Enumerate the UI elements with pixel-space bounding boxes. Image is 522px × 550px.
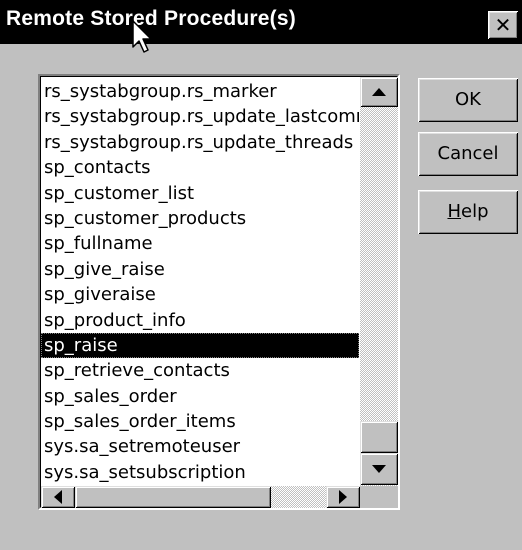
list-item[interactable]: rs_systabgroup.rs_marker [41, 79, 359, 104]
scroll-down-button[interactable] [360, 453, 398, 485]
help-label-rest: elp [461, 201, 489, 222]
list-item[interactable]: sp_retrieve_contacts [41, 358, 359, 383]
close-icon: ✕ [494, 13, 512, 37]
triangle-up-icon [372, 88, 386, 96]
scroll-left-button[interactable] [41, 486, 75, 508]
triangle-down-icon [372, 465, 386, 473]
scrollbar-corner [360, 486, 398, 508]
triangle-left-icon [54, 490, 62, 504]
cancel-button[interactable]: Cancel [418, 132, 518, 176]
list-item[interactable]: rs_systabgroup.rs_update_lastcommit [41, 104, 359, 129]
list-item[interactable]: sys.sa_setremoteuser [41, 434, 359, 459]
scroll-thumb-vertical[interactable] [360, 421, 398, 453]
list-item[interactable]: sys.sa_setsubscription [41, 460, 359, 485]
list-item[interactable]: sp_sales_order [41, 384, 359, 409]
scroll-thumb-horizontal[interactable] [75, 486, 271, 508]
list-item[interactable]: sp_giveraise [41, 282, 359, 307]
help-mnemonic: H [447, 201, 462, 222]
listbox-frame: rs_systabgroup.rs_marker rs_systabgroup.r… [40, 76, 398, 508]
list-item[interactable]: rs_systabgroup.rs_update_threads [41, 130, 359, 155]
mouse-pointer-icon [132, 20, 152, 53]
list-item[interactable]: sp_give_raise [41, 257, 359, 282]
scroll-right-button[interactable] [326, 486, 360, 508]
triangle-right-icon [339, 490, 347, 504]
list-item[interactable]: sp_fullname [41, 231, 359, 256]
procedure-list: rs_systabgroup.rs_marker rs_systabgroup.r… [41, 79, 359, 487]
list-item[interactable]: sp_sales_order_items [41, 409, 359, 434]
scroll-up-button[interactable] [360, 77, 398, 107]
close-button[interactable]: ✕ [488, 11, 518, 39]
horizontal-scrollbar[interactable] [41, 486, 360, 508]
list-item[interactable]: sp_customer_products [41, 206, 359, 231]
list-item[interactable]: sp_raise [41, 332, 359, 359]
title-bar: Remote Stored Procedure(s) ✕ [0, 0, 522, 44]
ok-button[interactable]: OK [418, 78, 518, 122]
cancel-label: Cancel [437, 143, 499, 164]
list-item[interactable]: sp_contacts [41, 155, 359, 180]
list-item[interactable]: sp_product_info [41, 308, 359, 333]
procedure-listbox[interactable]: rs_systabgroup.rs_marker rs_systabgroup.r… [38, 74, 400, 510]
vertical-scrollbar[interactable] [360, 77, 398, 486]
ok-label: OK [455, 89, 481, 110]
list-item[interactable]: sp_customer_list [41, 181, 359, 206]
help-button[interactable]: Help [418, 190, 518, 234]
